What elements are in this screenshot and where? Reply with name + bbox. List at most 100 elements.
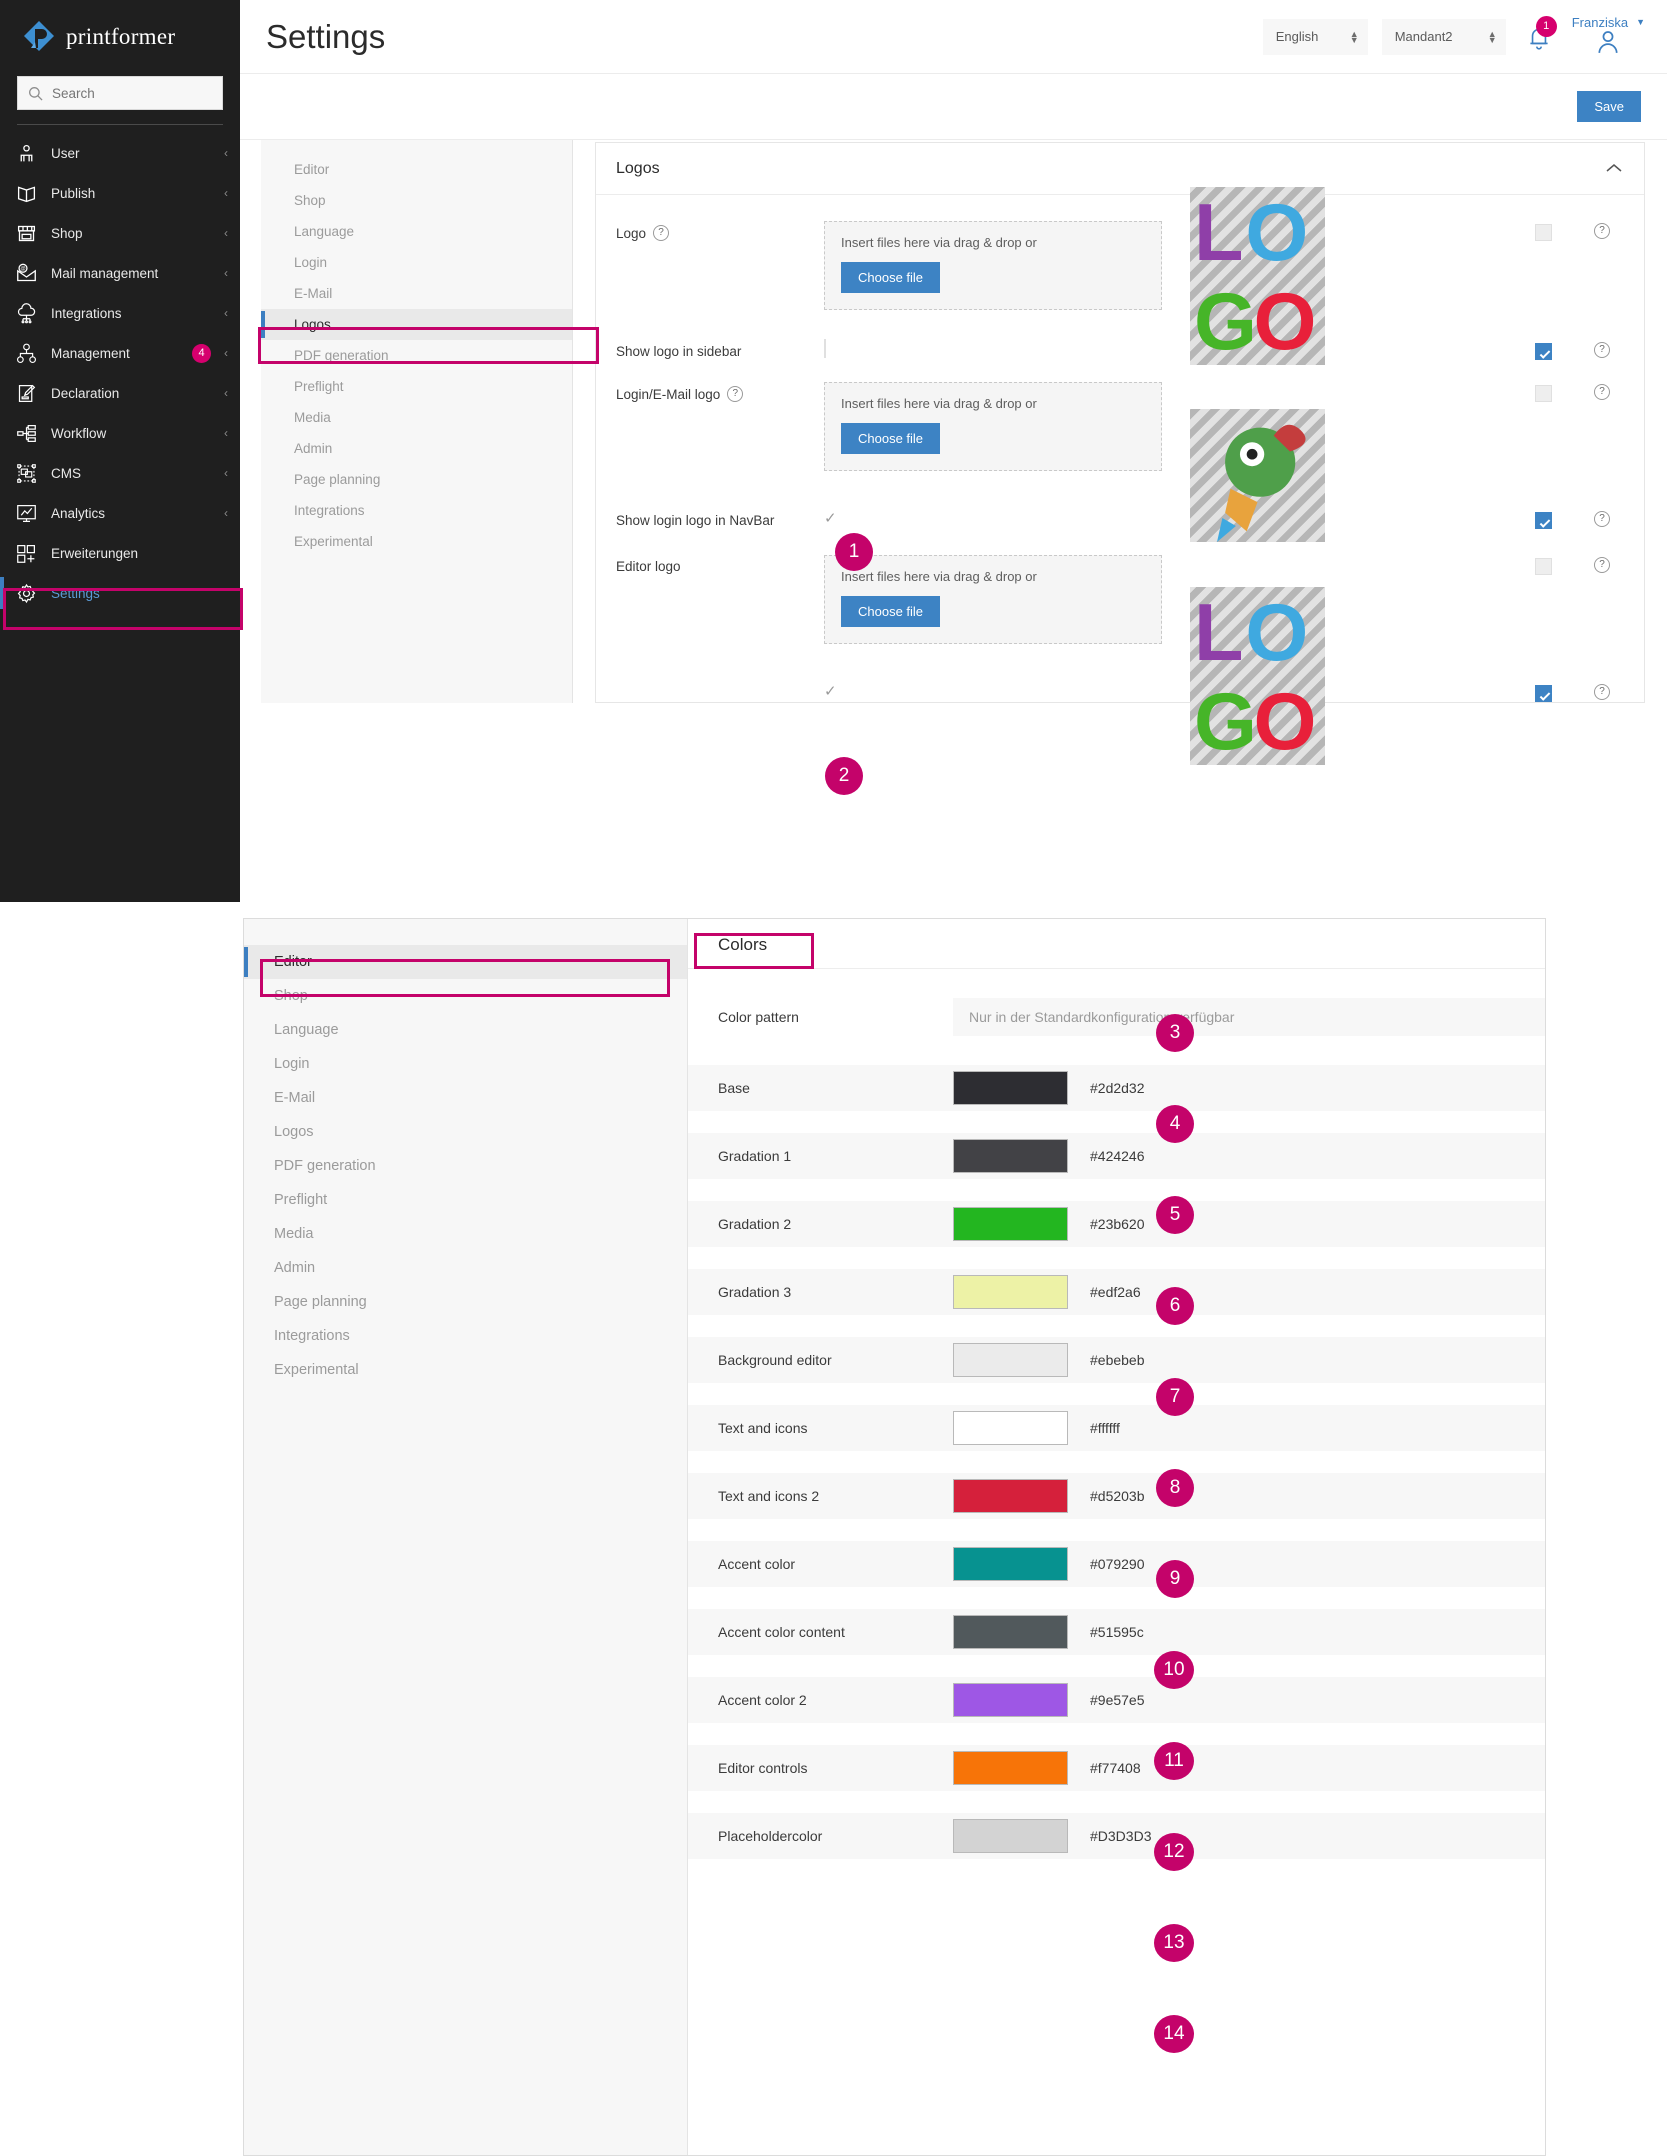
color-swatch[interactable] xyxy=(953,1343,1068,1377)
help-icon[interactable]: ? xyxy=(1594,511,1610,527)
color-hex: #51595c xyxy=(1068,1624,1144,1640)
main-content-top: Settings English ▲▼ Mandant2 ▲▼ 1 F xyxy=(240,0,1667,902)
submenu-item-pdf-generation[interactable]: PDF generation xyxy=(261,340,572,371)
chevron-up-icon[interactable] xyxy=(1604,161,1624,177)
submenu-item-integrations[interactable]: Integrations xyxy=(261,495,572,526)
marker-4: 4 xyxy=(1156,1105,1194,1143)
color-swatch[interactable] xyxy=(953,1139,1068,1173)
sidebar-item-declaration[interactable]: Declaration ‹ xyxy=(0,373,240,413)
sidebar-item-user[interactable]: User ‹ xyxy=(0,133,240,173)
choose-file-button[interactable]: Choose file xyxy=(841,423,940,454)
sidebar-search[interactable] xyxy=(17,76,223,110)
chevron-left-icon: ‹ xyxy=(224,346,228,360)
sidebar-item-management[interactable]: Management 4 ‹ xyxy=(0,333,240,373)
color-swatch[interactable] xyxy=(953,1411,1068,1445)
color-row-gradation-3: Gradation 3 #edf2a6 xyxy=(688,1269,1545,1315)
submenu-item-editor[interactable]: Editor xyxy=(261,154,572,185)
color-hex: #9e57e5 xyxy=(1068,1692,1145,1708)
show-logo-sidebar-checkbox[interactable] xyxy=(1535,343,1552,360)
help-icon[interactable]: ? xyxy=(1594,223,1610,239)
brand-logo[interactable]: printformer xyxy=(0,0,240,68)
submenu-item-media[interactable]: Media xyxy=(261,402,572,433)
color-swatch[interactable] xyxy=(953,1819,1068,1853)
show-editor-logo-checkbox[interactable] xyxy=(1535,685,1552,702)
login-email-logo-row: Login/E-Mail logo ? Insert files here vi… xyxy=(596,360,1644,471)
submenu-item-shop[interactable]: Shop xyxy=(261,185,572,216)
colors-submenu-item-language[interactable]: Language xyxy=(244,1013,687,1047)
color-swatch[interactable] xyxy=(953,1751,1068,1785)
notifications-button[interactable]: 1 xyxy=(1520,17,1558,57)
search-input[interactable] xyxy=(52,86,212,101)
language-select[interactable]: English ▲▼ xyxy=(1263,19,1368,55)
marker-10: 10 xyxy=(1154,1651,1194,1689)
user-menu[interactable]: Franziska ▼ xyxy=(1572,15,1645,59)
color-swatch[interactable] xyxy=(953,1547,1068,1581)
colors-submenu-item-preflight[interactable]: Preflight xyxy=(244,1183,687,1217)
editor-logo-checkbox[interactable] xyxy=(1535,558,1552,575)
colors-submenu-item-email[interactable]: E-Mail xyxy=(244,1081,687,1115)
show-login-logo-navbar-help-cell: ? xyxy=(1580,509,1624,527)
colors-submenu-item-logos[interactable]: Logos xyxy=(244,1115,687,1149)
color-swatch[interactable] xyxy=(953,1071,1068,1105)
submenu-item-page-planning[interactable]: Page planning xyxy=(261,464,572,495)
colors-submenu-item-editor[interactable]: Editor xyxy=(244,945,687,979)
sidebar-item-publish[interactable]: Publish ‹ xyxy=(0,173,240,213)
sidebar-item-label: Analytics xyxy=(51,506,211,521)
color-swatch[interactable] xyxy=(953,1615,1068,1649)
color-swatch[interactable] xyxy=(953,1479,1068,1513)
sidebar-item-cms[interactable]: CMS ‹ xyxy=(0,453,240,493)
login-email-logo-dropzone[interactable]: Insert files here via drag & drop or Cho… xyxy=(824,382,1162,471)
show-logo-sidebar-control xyxy=(824,340,1162,358)
submenu-item-admin[interactable]: Admin xyxy=(261,433,572,464)
sidebar-item-settings[interactable]: Settings xyxy=(0,573,240,613)
colors-submenu-item-login[interactable]: Login xyxy=(244,1047,687,1081)
sidebar-item-label: Publish xyxy=(51,186,211,201)
submenu-item-email[interactable]: E-Mail xyxy=(261,278,572,309)
help-icon[interactable]: ? xyxy=(1594,557,1610,573)
choose-file-button[interactable]: Choose file xyxy=(841,596,940,627)
editor-logo-dropzone[interactable]: Insert files here via drag & drop or Cho… xyxy=(824,555,1162,644)
sidebar-item-label: Settings xyxy=(51,586,228,601)
login-email-logo-checkbox[interactable] xyxy=(1535,385,1552,402)
login-email-logo-preview-thumbnail xyxy=(1190,409,1325,542)
color-swatch[interactable] xyxy=(953,1275,1068,1309)
colors-submenu-item-shop[interactable]: Shop xyxy=(244,979,687,1013)
sidebar-item-integrations[interactable]: Integrations ‹ xyxy=(0,293,240,333)
sidebar-item-shop[interactable]: Shop ‹ xyxy=(0,213,240,253)
submenu-item-language[interactable]: Language xyxy=(261,216,572,247)
colors-submenu-item-pdf-generation[interactable]: PDF generation xyxy=(244,1149,687,1183)
help-icon[interactable]: ? xyxy=(1594,342,1610,358)
help-icon[interactable]: ? xyxy=(1594,384,1610,400)
sidebar-item-mail-management[interactable]: @ Mail management ‹ xyxy=(0,253,240,293)
logo-dropzone[interactable]: Insert files here via drag & drop or Cho… xyxy=(824,221,1162,310)
sidebar-item-workflow[interactable]: Workflow ‹ xyxy=(0,413,240,453)
colors-submenu-item-page-planning[interactable]: Page planning xyxy=(244,1285,687,1319)
color-hex: #f77408 xyxy=(1068,1760,1141,1776)
show-logo-sidebar-inline-checkbox[interactable] xyxy=(824,339,826,358)
submenu-item-logos[interactable]: Logos xyxy=(261,309,572,340)
colors-submenu-item-experimental[interactable]: Experimental xyxy=(244,1353,687,1387)
color-swatch[interactable] xyxy=(953,1207,1068,1241)
submenu-item-preflight[interactable]: Preflight xyxy=(261,371,572,402)
help-icon[interactable]: ? xyxy=(1594,684,1610,700)
submenu-item-login[interactable]: Login xyxy=(261,247,572,278)
brand-name: printformer xyxy=(66,24,175,50)
color-row-label: Background editor xyxy=(718,1352,953,1368)
submenu-item-experimental[interactable]: Experimental xyxy=(261,526,572,557)
color-row-label: Accent color content xyxy=(718,1624,953,1640)
choose-file-button[interactable]: Choose file xyxy=(841,262,940,293)
sidebar-item-analytics[interactable]: Analytics ‹ xyxy=(0,493,240,533)
tenant-select[interactable]: Mandant2 ▲▼ xyxy=(1382,19,1506,55)
color-swatch[interactable] xyxy=(953,1683,1068,1717)
colors-submenu-item-integrations[interactable]: Integrations xyxy=(244,1319,687,1353)
colors-submenu-item-media[interactable]: Media xyxy=(244,1217,687,1251)
sidebar-item-erweiterungen[interactable]: Erweiterungen xyxy=(0,533,240,573)
show-login-logo-navbar-checkbox[interactable] xyxy=(1535,512,1552,529)
logo-checkbox[interactable] xyxy=(1535,224,1552,241)
logo-row-label-wrap: Logo ? xyxy=(616,221,824,241)
save-button[interactable]: Save xyxy=(1577,91,1641,122)
colors-submenu-item-admin[interactable]: Admin xyxy=(244,1251,687,1285)
help-icon[interactable]: ? xyxy=(727,386,743,402)
color-row-label: Gradation 3 xyxy=(718,1284,953,1300)
help-icon[interactable]: ? xyxy=(653,225,669,241)
